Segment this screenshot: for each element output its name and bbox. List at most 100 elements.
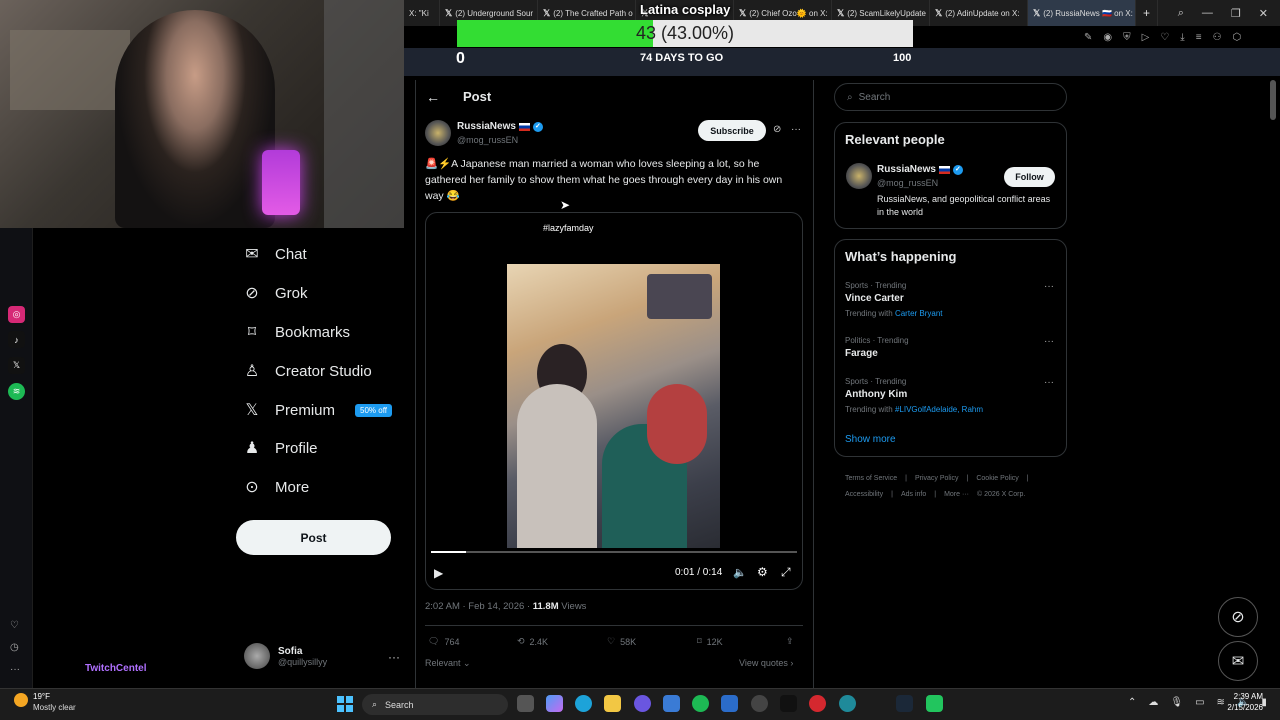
trend-with-link[interactable]: Carter Bryant [895, 309, 943, 318]
file-explorer-icon[interactable] [604, 695, 621, 712]
person-avatar[interactable] [846, 163, 872, 189]
bookmark-button[interactable]: ⌑ 12K [697, 636, 723, 647]
back-arrow-icon[interactable]: ← [426, 89, 440, 105]
history-icon[interactable]: ◷ [10, 642, 19, 653]
trend-more-icon[interactable]: ··· [1044, 377, 1054, 388]
grok-explain-icon[interactable]: ⊘ [773, 124, 781, 135]
person-handle[interactable]: @mog_russEN [877, 178, 938, 188]
mail-app-icon[interactable] [721, 695, 738, 712]
footer-link[interactable]: Accessibility [845, 491, 883, 498]
trend-more-icon[interactable]: ··· [1044, 336, 1054, 347]
heart-icon[interactable]: ♡ [1160, 32, 1169, 43]
author-name[interactable]: RussiaNews ✓ [457, 121, 543, 132]
obs-icon[interactable] [751, 695, 768, 712]
footer-link[interactable]: Ads info [901, 491, 926, 498]
taskbar-search[interactable]: ⌕ Search [362, 694, 508, 715]
edge-icon[interactable] [575, 695, 592, 712]
trend-name[interactable]: Vince Carter [845, 293, 904, 304]
edit-icon[interactable]: ✎ [1084, 32, 1092, 43]
grok-fab-button[interactable]: ⊘ [1218, 597, 1258, 637]
copilot-icon[interactable] [546, 695, 563, 712]
play-icon[interactable]: ▷ [1142, 32, 1150, 43]
close-window-icon[interactable]: ✕ [1259, 7, 1268, 20]
weather-desc[interactable]: Mostly clear [33, 703, 76, 712]
spotify-icon[interactable] [692, 695, 709, 712]
opera-icon[interactable] [809, 695, 826, 712]
messages-fab-button[interactable]: ✉ [1218, 641, 1258, 681]
view-quotes-link[interactable]: View quotes › [739, 658, 793, 668]
heart-icon[interactable]: ♡ [10, 620, 19, 631]
x-logo-icon[interactable]: 𝕏 [8, 357, 25, 374]
minimize-icon[interactable]: — [1202, 7, 1213, 19]
tiktok-icon[interactable]: ♪ [8, 331, 25, 348]
like-button[interactable]: ♡ 58K [607, 636, 636, 647]
footer-link[interactable]: Cookie Policy [976, 475, 1018, 482]
share-button[interactable]: ⇪ [786, 636, 794, 647]
search-input[interactable]: ⌕ Search [834, 83, 1067, 111]
scrollbar[interactable] [1270, 80, 1276, 120]
browser-tab[interactable]: X: "Ki [404, 0, 440, 26]
nav-chat[interactable]: ✉ Chat [243, 244, 306, 264]
clock-time[interactable]: 2:39 AM [1217, 692, 1263, 701]
nav-grok[interactable]: ⊘ Grok [243, 283, 307, 303]
nav-creator-studio[interactable]: ♙ Creator Studio [243, 361, 372, 381]
post-more-icon[interactable]: ··· [791, 124, 801, 135]
show-more-link[interactable]: Show more [845, 434, 896, 445]
steam-icon[interactable] [896, 695, 913, 712]
maximize-icon[interactable]: ❐ [1231, 7, 1241, 20]
reply-sort-dropdown[interactable]: Relevant ⌄ [425, 658, 471, 669]
shield-icon[interactable]: ⛨ [1123, 32, 1131, 43]
fullscreen-icon[interactable]: ⤢ [781, 565, 791, 580]
nav-premium[interactable]: 𝕏 Premium 50% off [243, 400, 392, 420]
account-switcher[interactable]: Sofia @quillysillyy [244, 643, 327, 669]
store-icon[interactable] [663, 695, 680, 712]
author-handle[interactable]: @mog_russEN [457, 135, 518, 145]
browser-tab-active[interactable]: 𝕏 (2) RussiaNews 🇷🇺 on X: " [1028, 0, 1136, 26]
video-progress-bar[interactable] [431, 551, 797, 553]
windows-start-button[interactable] [337, 696, 353, 712]
monitor-icon[interactable]: ▭ [1195, 697, 1204, 708]
discord-icon[interactable] [634, 695, 651, 712]
search-tabs-icon[interactable]: ⌕ [1178, 7, 1184, 20]
nav-bookmarks[interactable]: ⌑ Bookmarks [243, 322, 350, 342]
subscribe-button[interactable]: Subscribe [698, 120, 766, 141]
cloud-icon[interactable]: ☁ [1148, 697, 1158, 708]
browser-tab[interactable]: 𝕏 (2) AdinUpdate on X: [930, 0, 1028, 26]
extension-icon[interactable]: ⬡ [1233, 32, 1242, 43]
tiktok-icon[interactable] [780, 695, 797, 712]
volume-icon[interactable]: 🔈 [733, 566, 747, 579]
footer-link[interactable]: Terms of Service [845, 475, 897, 482]
author-avatar[interactable] [425, 120, 451, 146]
nav-profile[interactable]: ♟ Profile [243, 438, 318, 458]
gear-icon[interactable]: ⚙ [757, 565, 768, 579]
person-name[interactable]: RussiaNews ✓ [877, 164, 963, 175]
weather-moon-icon[interactable] [14, 693, 28, 707]
compose-post-button[interactable]: Post [236, 520, 391, 555]
weather-temp[interactable]: 19°F [33, 692, 50, 701]
trend-name[interactable]: Farage [845, 348, 878, 359]
more-dots-icon[interactable]: ··· [10, 664, 20, 675]
account-more-icon[interactable]: ··· [388, 650, 400, 664]
app-icon[interactable] [839, 695, 856, 712]
download-icon[interactable]: ⤓ [1180, 32, 1184, 43]
account-icon[interactable]: ⚇ [1213, 32, 1222, 43]
new-tab-button[interactable]: + [1136, 0, 1158, 26]
trend-more-icon[interactable]: ··· [1044, 281, 1054, 292]
spotify-icon[interactable]: ≋ [8, 383, 25, 400]
play-icon[interactable]: ▶ [434, 566, 443, 580]
camera-icon[interactable]: ◉ [1103, 32, 1112, 43]
reply-button[interactable]: 🗨 764 [428, 636, 459, 647]
clock-date[interactable]: 2/15/2026 [1217, 703, 1263, 712]
trend-name[interactable]: Anthony Kim [845, 389, 907, 400]
instagram-icon[interactable]: ◎ [8, 306, 25, 323]
repost-button[interactable]: ⟲ 2.4K [517, 636, 548, 647]
footer-link[interactable]: Privacy Policy [915, 475, 959, 482]
follow-button[interactable]: Follow [1004, 167, 1055, 187]
chevron-up-icon[interactable]: ⌃ [1128, 697, 1136, 708]
trend-with-link[interactable]: #LIVGolfAdelaide, Rahm [895, 405, 983, 414]
list-icon[interactable]: ≡ [1196, 32, 1202, 43]
microphone-icon[interactable]: 🎙 [1170, 697, 1183, 708]
footer-link[interactable]: More ··· [944, 491, 969, 498]
nav-more[interactable]: ⊙ More [243, 477, 309, 497]
app-icon[interactable] [926, 695, 943, 712]
